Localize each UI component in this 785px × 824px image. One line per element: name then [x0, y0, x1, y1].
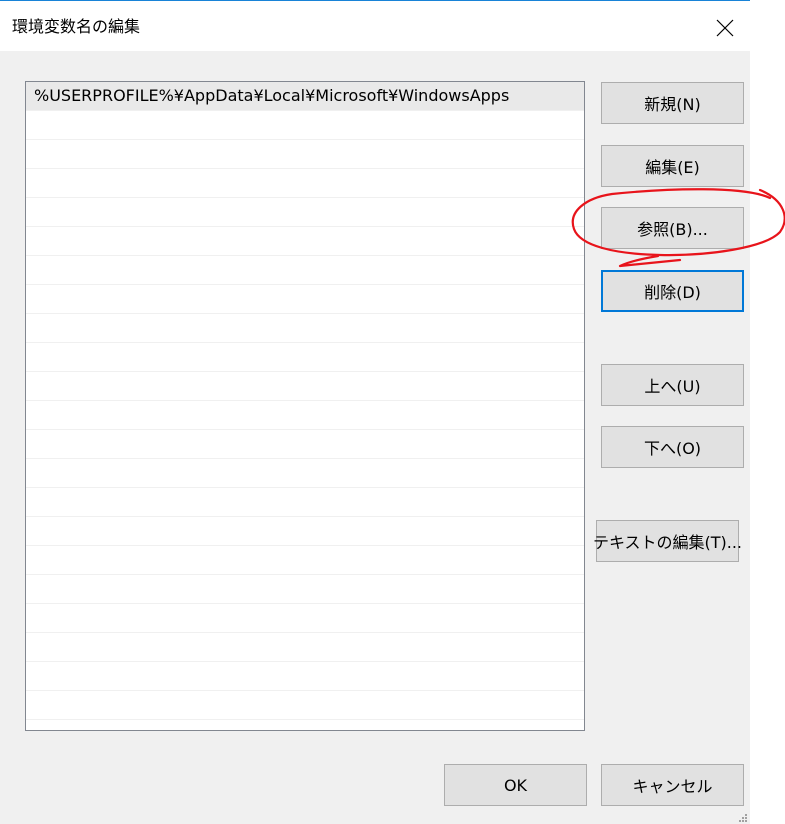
empty-list-row[interactable] — [26, 285, 584, 314]
new-button[interactable]: 新規(N) — [601, 82, 744, 124]
resize-grip-icon[interactable] — [738, 813, 748, 823]
dialog-title: 環境変数名の編集 — [12, 17, 141, 36]
empty-list-row[interactable] — [26, 691, 584, 720]
empty-list-row[interactable] — [26, 662, 584, 691]
empty-list-row[interactable] — [26, 633, 584, 662]
path-list[interactable]: %USERPROFILE%¥AppData¥Local¥Microsoft¥Wi… — [25, 81, 585, 731]
empty-list-row[interactable] — [26, 575, 584, 604]
empty-list-row[interactable] — [26, 517, 584, 546]
close-button[interactable] — [704, 11, 746, 45]
empty-list-row[interactable] — [26, 372, 584, 401]
empty-list-row[interactable] — [26, 111, 584, 140]
empty-list-row[interactable] — [26, 140, 584, 169]
empty-list-row[interactable] — [26, 256, 584, 285]
empty-list-row[interactable] — [26, 227, 584, 256]
edit-button[interactable]: 編集(E) — [601, 145, 744, 187]
empty-list-row[interactable] — [26, 430, 584, 459]
empty-list-row[interactable] — [26, 343, 584, 372]
move-down-button[interactable]: 下へ(O) — [601, 426, 744, 468]
ok-button[interactable]: OK — [444, 764, 587, 806]
empty-list-row[interactable] — [26, 546, 584, 575]
close-icon — [716, 19, 734, 37]
list-item[interactable]: %USERPROFILE%¥AppData¥Local¥Microsoft¥Wi… — [26, 82, 584, 111]
empty-list-row[interactable] — [26, 488, 584, 517]
title-bar: 環境変数名の編集 — [0, 1, 750, 51]
empty-list-row[interactable] — [26, 604, 584, 633]
browse-button[interactable]: 参照(B)... — [601, 207, 744, 249]
empty-list-row[interactable] — [26, 198, 584, 227]
empty-list-row[interactable] — [26, 401, 584, 430]
delete-button[interactable]: 削除(D) — [601, 270, 744, 312]
edit-env-var-dialog: 環境変数名の編集 %USERPROFILE%¥AppData¥Local¥Mic… — [0, 0, 750, 824]
cancel-button[interactable]: キャンセル — [601, 764, 744, 806]
empty-list-row[interactable] — [26, 459, 584, 488]
empty-list-row[interactable] — [26, 169, 584, 198]
move-up-button[interactable]: 上へ(U) — [601, 364, 744, 406]
empty-list-row[interactable] — [26, 314, 584, 343]
edit-text-button[interactable]: テキストの編集(T)... — [593, 520, 742, 562]
